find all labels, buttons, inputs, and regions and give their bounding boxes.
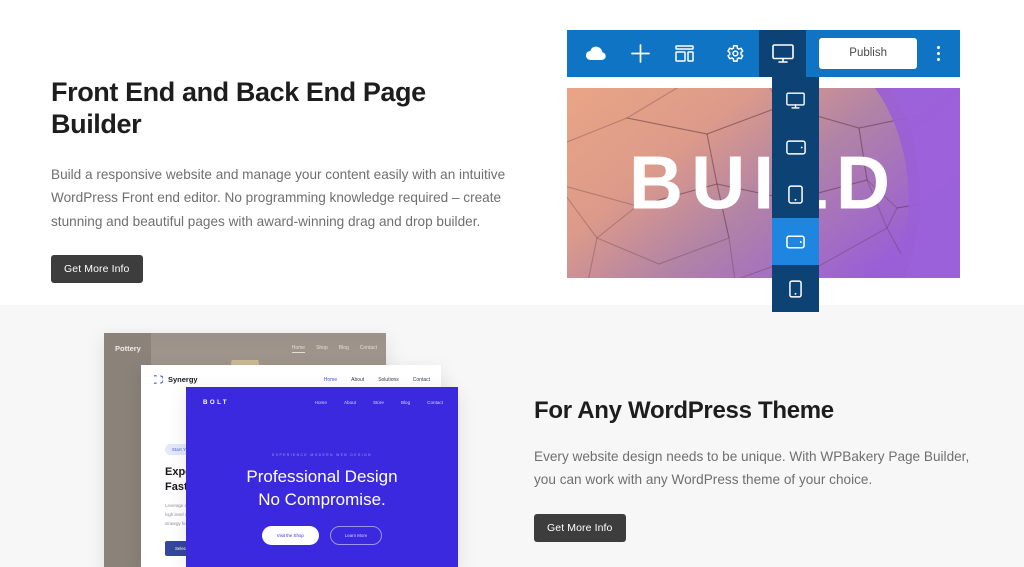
page-title: Front End and Back End Page Builder <box>51 77 426 140</box>
synergy-mark-icon <box>154 375 163 384</box>
bolt-eyebrow: EXPERIENCE MODERN WEB DESIGN <box>272 453 372 457</box>
plus-icon[interactable] <box>627 41 653 67</box>
bolt-logo: BOLT <box>203 399 229 406</box>
pottery-nav-item[interactable]: Contact <box>360 345 377 353</box>
bolt-heading-line1: Professional Design <box>246 467 398 486</box>
toolbar-right-group: Publish <box>721 30 960 77</box>
cloud-logo-icon[interactable] <box>583 41 609 67</box>
synergy-nav: Home About Solutions Contact <box>324 377 430 383</box>
pottery-nav-item[interactable]: Shop <box>316 345 328 353</box>
editor-canvas-preview[interactable]: BUILD <box>567 88 960 278</box>
synergy-nav-item[interactable]: Contact <box>413 377 430 383</box>
toolbar-left-group <box>567 41 697 67</box>
synergy-nav-item[interactable]: About <box>351 377 364 383</box>
synergy-logo-text: Synergy <box>168 375 198 384</box>
canvas-hero-word: BUILD <box>628 140 899 225</box>
section-two-description: Every website design needs to be unique.… <box>534 449 970 488</box>
publish-button[interactable]: Publish <box>819 38 917 69</box>
section-two-title: For Any WordPress Theme <box>534 397 834 424</box>
preview-desktop-icon[interactable] <box>759 30 807 77</box>
gear-icon[interactable] <box>721 41 747 67</box>
bolt-heading: Professional Design No Compromise. <box>186 466 458 511</box>
responsive-device-rail <box>772 77 819 312</box>
theme-mockup-stack: Pottery Home Shop Blog Contact Synergy H… <box>0 305 534 567</box>
bolt-heading-line2: No Compromise. <box>258 489 386 509</box>
get-more-info-button-bottom[interactable]: Get More Info <box>534 513 626 542</box>
device-option-desktop[interactable] <box>772 77 819 124</box>
bolt-nav-item[interactable]: About <box>344 400 356 405</box>
pottery-nav-item[interactable]: Home <box>291 345 306 353</box>
bolt-nav-item[interactable]: Store <box>373 400 384 405</box>
section-two-copy: For Any WordPress Theme Every website de… <box>534 397 994 542</box>
mockup-bolt[interactable]: BOLT Home About Store Blog Contact EXPER… <box>186 387 458 567</box>
get-more-info-button-top[interactable]: Get More Info <box>51 254 143 283</box>
layout-grid-icon[interactable] <box>671 41 697 67</box>
synergy-nav-item[interactable]: Solutions <box>378 377 399 383</box>
bolt-primary-cta[interactable]: Visit the Shop <box>261 526 319 546</box>
section-one-description: Build a responsive website and manage yo… <box>51 166 506 229</box>
device-option-tablet-landscape[interactable] <box>772 124 819 171</box>
device-option-tablet-portrait[interactable] <box>772 171 819 218</box>
bolt-hero: EXPERIENCE MODERN WEB DESIGN Professiona… <box>186 420 458 546</box>
vertical-dots-icon[interactable] <box>928 46 948 61</box>
bolt-nav-item[interactable]: Contact <box>427 400 443 405</box>
bolt-header: BOLT Home About Store Blog Contact <box>186 387 458 420</box>
feature-section-any-theme: Pottery Home Shop Blog Contact Synergy H… <box>0 305 1024 567</box>
section-one-copy: Front End and Back End Page Builder Buil… <box>51 76 521 283</box>
bolt-cta-group: Visit the Shop Learn More <box>186 526 458 546</box>
device-option-mobile-landscape[interactable] <box>772 218 819 265</box>
bolt-nav-item[interactable]: Home <box>315 400 327 405</box>
synergy-nav-item[interactable]: Home <box>324 377 337 383</box>
device-option-mobile-portrait[interactable] <box>772 265 819 312</box>
bolt-nav: Home About Store Blog Contact <box>315 400 443 405</box>
page-builder-editor-mock: Publish BUILD <box>567 30 960 312</box>
editor-toolbar: Publish <box>567 30 960 312</box>
page-root: Front End and Back End Page Builder Buil… <box>0 0 1024 567</box>
pottery-nav: Home Shop Blog Contact <box>291 345 377 353</box>
pottery-logo: Pottery <box>115 344 141 353</box>
bolt-nav-item[interactable]: Blog <box>401 400 410 405</box>
bolt-secondary-cta[interactable]: Learn More <box>329 526 383 546</box>
feature-section-page-builder: Front End and Back End Page Builder Buil… <box>0 0 1024 312</box>
pottery-nav-item[interactable]: Blog <box>339 345 349 353</box>
synergy-logo: Synergy <box>154 375 198 384</box>
